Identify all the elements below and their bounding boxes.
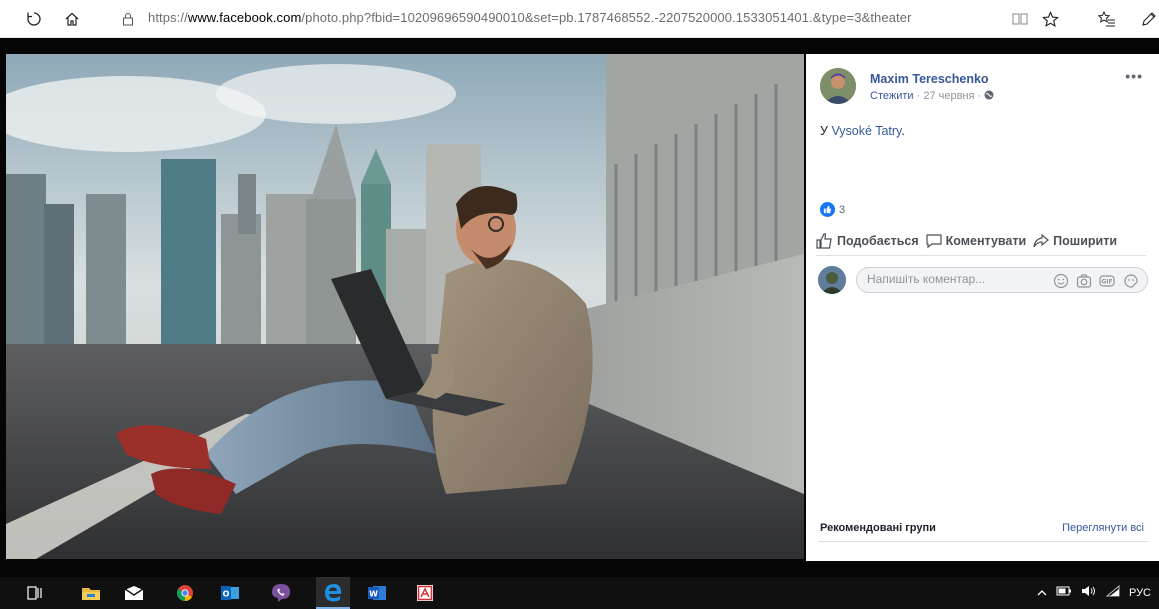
outlook-icon[interactable]: O bbox=[219, 583, 241, 603]
post-panel: Maxim Tereschenko Стежити · 27 червня · … bbox=[806, 54, 1159, 561]
more-options-button[interactable]: ••• bbox=[1125, 68, 1143, 84]
browser-toolbar: https://www.facebook.com/photo.php?fbid=… bbox=[0, 0, 1159, 38]
checkin-suffix: . bbox=[901, 124, 905, 138]
windows-taskbar: O W РУС bbox=[0, 577, 1159, 609]
like-label: Подобається bbox=[837, 233, 919, 248]
like-button[interactable]: Подобається bbox=[816, 232, 919, 249]
pdf-icon[interactable] bbox=[414, 583, 436, 603]
author-name[interactable]: Maxim Tereschenko bbox=[870, 72, 989, 86]
likes-count: 3 bbox=[839, 203, 846, 216]
svg-text:O: O bbox=[223, 590, 230, 599]
suggested-groups-header: Рекомендовані групи Переглянути всі bbox=[818, 518, 1148, 542]
place-link[interactable]: Vysoké Tatry bbox=[831, 124, 901, 138]
post-meta: Стежити · 27 червня · bbox=[870, 90, 994, 102]
svg-text:GIF: GIF bbox=[1101, 279, 1112, 286]
emoji-icon[interactable] bbox=[1053, 273, 1069, 289]
favorites-list-icon[interactable] bbox=[1093, 6, 1121, 32]
suggested-groups-title: Рекомендовані групи bbox=[820, 522, 936, 534]
chevron-up-icon[interactable] bbox=[1037, 587, 1047, 599]
address-prefix: https:// bbox=[148, 10, 188, 25]
svg-text:W: W bbox=[369, 590, 378, 599]
word-icon[interactable]: W bbox=[366, 583, 388, 603]
meta-separator-2: · bbox=[977, 90, 982, 102]
comment-composer: GIF bbox=[818, 264, 1148, 296]
system-tray: РУС bbox=[1028, 584, 1151, 600]
gif-icon[interactable]: GIF bbox=[1099, 273, 1115, 289]
author-avatar[interactable] bbox=[820, 68, 856, 104]
task-view-icon[interactable] bbox=[24, 583, 46, 603]
mail-icon[interactable] bbox=[123, 583, 145, 603]
refresh-icon[interactable] bbox=[20, 6, 48, 32]
address-domain: www.facebook.com bbox=[187, 10, 302, 25]
share-icon bbox=[1032, 233, 1050, 249]
current-user-avatar bbox=[818, 266, 846, 294]
like-reaction-icon bbox=[820, 202, 835, 217]
share-label: Поширити bbox=[1053, 233, 1118, 248]
comment-label: Коментувати bbox=[945, 233, 1027, 248]
comment-input[interactable] bbox=[867, 272, 1047, 286]
volume-icon[interactable] bbox=[1081, 585, 1097, 600]
pen-icon[interactable] bbox=[1134, 6, 1159, 32]
reading-view-icon[interactable] bbox=[1006, 6, 1034, 32]
chrome-icon[interactable] bbox=[174, 583, 196, 603]
thumbs-up-icon bbox=[816, 232, 834, 249]
theater-bottom bbox=[0, 561, 1159, 577]
comment-button[interactable]: Коментувати bbox=[925, 233, 1027, 249]
address-bar[interactable]: https://www.facebook.com/photo.php?fbid=… bbox=[148, 10, 912, 25]
edge-icon[interactable] bbox=[316, 577, 350, 609]
follow-link[interactable]: Стежити bbox=[870, 90, 914, 102]
globe-icon bbox=[984, 90, 994, 102]
input-language[interactable]: РУС bbox=[1129, 587, 1151, 599]
post-date[interactable]: 27 червня bbox=[923, 90, 974, 102]
reactions-summary[interactable]: 3 bbox=[820, 202, 845, 217]
wifi-icon[interactable] bbox=[1105, 584, 1120, 600]
battery-icon[interactable] bbox=[1056, 586, 1072, 599]
home-icon[interactable] bbox=[58, 6, 86, 32]
file-explorer-icon[interactable] bbox=[80, 583, 102, 603]
star-icon[interactable] bbox=[1036, 6, 1064, 32]
post-checkin: У Vysoké Tatry. bbox=[820, 124, 905, 138]
comment-icon bbox=[925, 233, 943, 249]
see-all-link[interactable]: Переглянути всі bbox=[1062, 522, 1144, 534]
comment-box: GIF bbox=[856, 267, 1148, 293]
post-photo[interactable] bbox=[6, 54, 804, 559]
sticker-icon[interactable] bbox=[1123, 273, 1139, 289]
viber-icon[interactable] bbox=[270, 583, 292, 603]
post-actions: Подобається Коментувати Поширити bbox=[816, 226, 1146, 256]
address-path: /photo.php?fbid=10209696590490010&set=pb… bbox=[301, 10, 912, 25]
meta-separator: · bbox=[916, 90, 921, 102]
camera-icon[interactable] bbox=[1076, 273, 1092, 289]
share-button[interactable]: Поширити bbox=[1032, 233, 1117, 249]
checkin-prefix: У bbox=[820, 124, 828, 138]
lock-icon bbox=[114, 6, 142, 32]
